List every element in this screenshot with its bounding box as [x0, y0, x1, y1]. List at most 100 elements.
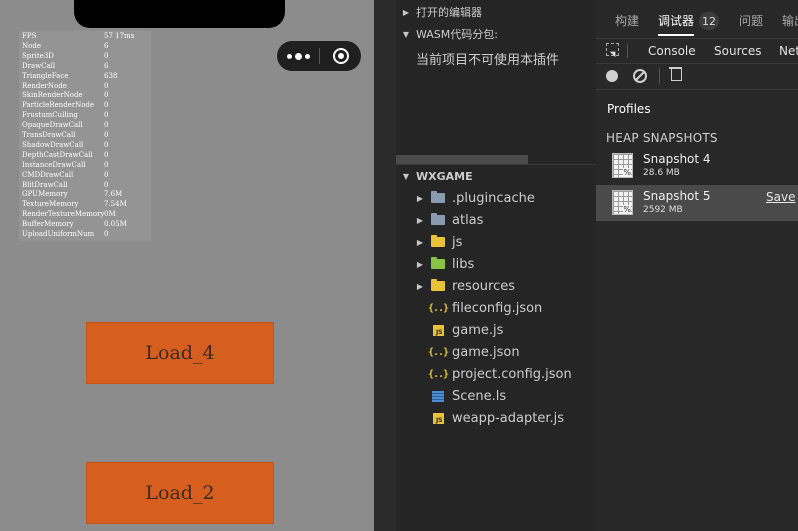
tree-item-label: resources [452, 278, 516, 294]
chevron-right-icon: ▶ [416, 237, 424, 247]
menu-capsule [277, 41, 361, 71]
tree-item-label: game.js [452, 322, 504, 338]
json-file-icon: {..} [427, 368, 449, 380]
devtools-panel: 构建 调试器 12 问题 输出 Console Sources Network … [596, 0, 798, 531]
stat-value: 0M [104, 210, 116, 219]
snapshot-name: Snapshot 4 [643, 152, 711, 166]
subtab-sources[interactable]: Sources [714, 44, 761, 58]
horizontal-scrollbar[interactable] [396, 155, 528, 164]
stat-value: 0 [104, 170, 109, 179]
save-snapshot-link[interactable]: Save [766, 190, 795, 204]
close-circle-icon[interactable] [320, 41, 361, 71]
chevron-right-icon: ▶ [416, 259, 424, 269]
chevron-right-icon: ▶ [402, 7, 410, 17]
tree-item-game-js[interactable]: JS game.js [396, 319, 596, 341]
load-4-button[interactable]: Load_4 [86, 322, 274, 384]
stat-value: 0 [104, 180, 109, 189]
trash-icon[interactable] [669, 67, 682, 81]
tree-item-label: weapp-adapter.js [452, 410, 564, 426]
snapshot-icon: % [612, 153, 633, 178]
open-editors-header[interactable]: ▶ 打开的编辑器 [396, 1, 596, 23]
profiles-label: Profiles [607, 102, 651, 116]
stat-value: 7.54M [104, 200, 127, 209]
tree-item-plugincache[interactable]: ▶ .plugincache [396, 187, 596, 209]
chevron-right-icon: ▶ [416, 215, 424, 225]
stat-key: RenderTextureMemory [22, 210, 105, 219]
clear-icon[interactable] [633, 69, 647, 83]
stat-key: FrustumCulling [22, 111, 78, 120]
stat-key: TextureMemory [22, 200, 79, 209]
stat-key: InstanceDrawCall [22, 160, 86, 169]
stat-key: BufferMemory [22, 220, 74, 229]
stat-key: UploadUniformNum [22, 230, 95, 238]
stat-value: 0 [104, 121, 109, 130]
tree-item-label: game.json [452, 344, 520, 360]
toolbar-divider [659, 68, 660, 84]
tab-issues[interactable]: 问题 [739, 12, 763, 29]
stat-value: 0 [104, 51, 109, 60]
tree-item-label: project.config.json [452, 366, 572, 382]
folder-icon [430, 235, 446, 249]
stat-key: Node [22, 41, 41, 50]
devtools-subtabs: Console Sources Network [596, 38, 798, 64]
stat-value: 0 [104, 150, 109, 159]
stat-key: RenderNode [22, 81, 67, 90]
stat-value: 6 [104, 41, 109, 50]
stat-value: 0 [104, 111, 109, 120]
tree-item-resources[interactable]: ▶ resources [396, 275, 596, 297]
load-2-button[interactable]: Load_2 [86, 462, 274, 524]
stat-value: 7.6M [104, 190, 123, 199]
inspect-element-icon[interactable] [606, 43, 619, 56]
tree-item-js[interactable]: ▶ js [396, 231, 596, 253]
stat-value: 0 [104, 101, 109, 110]
snapshot-item[interactable]: % Snapshot 4 28.6 MB [596, 148, 798, 184]
more-dots-icon[interactable] [277, 41, 319, 71]
scene-file-icon [430, 389, 446, 403]
chevron-right-icon: ▶ [416, 193, 424, 203]
tree-item-scene-ls[interactable]: Scene.ls [396, 385, 596, 407]
js-file-icon: JS [430, 411, 446, 425]
stat-value: 0 [104, 131, 109, 139]
chevron-down-icon: ▼ [402, 171, 410, 181]
tab-output[interactable]: 输出 [782, 12, 798, 29]
tree-item-weapp-adapter-js[interactable]: JS weapp-adapter.js [396, 407, 596, 429]
tree-item-label: fileconfig.json [452, 300, 543, 316]
json-file-icon: {..} [427, 302, 449, 314]
record-icon[interactable] [606, 70, 618, 82]
snapshot-size: 2592 MB [643, 205, 683, 215]
file-explorer: ▶ 打开的编辑器 ▼ WASM代码分包: 当前项目不可使用本插件 ▼ WXGAM… [396, 0, 596, 531]
tree-item-game-json[interactable]: {..} game.json [396, 341, 596, 363]
tree-item-libs[interactable]: ▶ libs [396, 253, 596, 275]
stat-value: 638 [104, 71, 118, 80]
stat-key: TransDrawCall [22, 131, 76, 139]
stat-value: 0 [104, 160, 109, 169]
stat-value: 6 [104, 61, 109, 70]
tab-build[interactable]: 构建 [615, 12, 639, 29]
stat-value: 57 17ms [104, 32, 135, 40]
stats-panel: FPS 57 17ms Node 6 Sprite3D 0 DrawCall 6 Triangl… [19, 31, 151, 241]
snapshot-item-selected[interactable]: % Snapshot 5 2592 MB Save [596, 185, 798, 221]
stat-key: ShadowDrawCall [22, 140, 84, 149]
stat-value: 0.05M [104, 220, 127, 229]
project-root-header[interactable]: ▼ WXGAME [396, 165, 596, 187]
wasm-section-header[interactable]: ▼ WASM代码分包: [396, 23, 596, 45]
folder-icon [430, 191, 446, 205]
tab-debugger[interactable]: 调试器 [658, 12, 695, 36]
stat-value: 0 [104, 230, 109, 238]
stat-key: SkinRenderNode [22, 91, 83, 100]
tree-item-atlas[interactable]: ▶ atlas [396, 209, 596, 231]
tree-item-label: atlas [452, 212, 484, 228]
tree-item-label: .plugincache [452, 190, 535, 206]
tree-item-project-config-json[interactable]: {..} project.config.json [396, 363, 596, 385]
subtab-network[interactable]: Network [779, 44, 798, 58]
chevron-right-icon: ▶ [416, 281, 424, 291]
tree-item-fileconfig-json[interactable]: {..} fileconfig.json [396, 297, 596, 319]
stat-key: GPUMemory [22, 190, 68, 199]
debugger-count-badge: 12 [699, 12, 719, 30]
stat-key: DrawCall [22, 61, 56, 70]
stat-value: 0 [104, 140, 109, 149]
stat-key: FPS [22, 32, 37, 40]
project-root-label: WXGAME [416, 169, 473, 183]
stat-key: CMDDrawCall [22, 170, 74, 179]
subtab-console[interactable]: Console [648, 44, 696, 58]
